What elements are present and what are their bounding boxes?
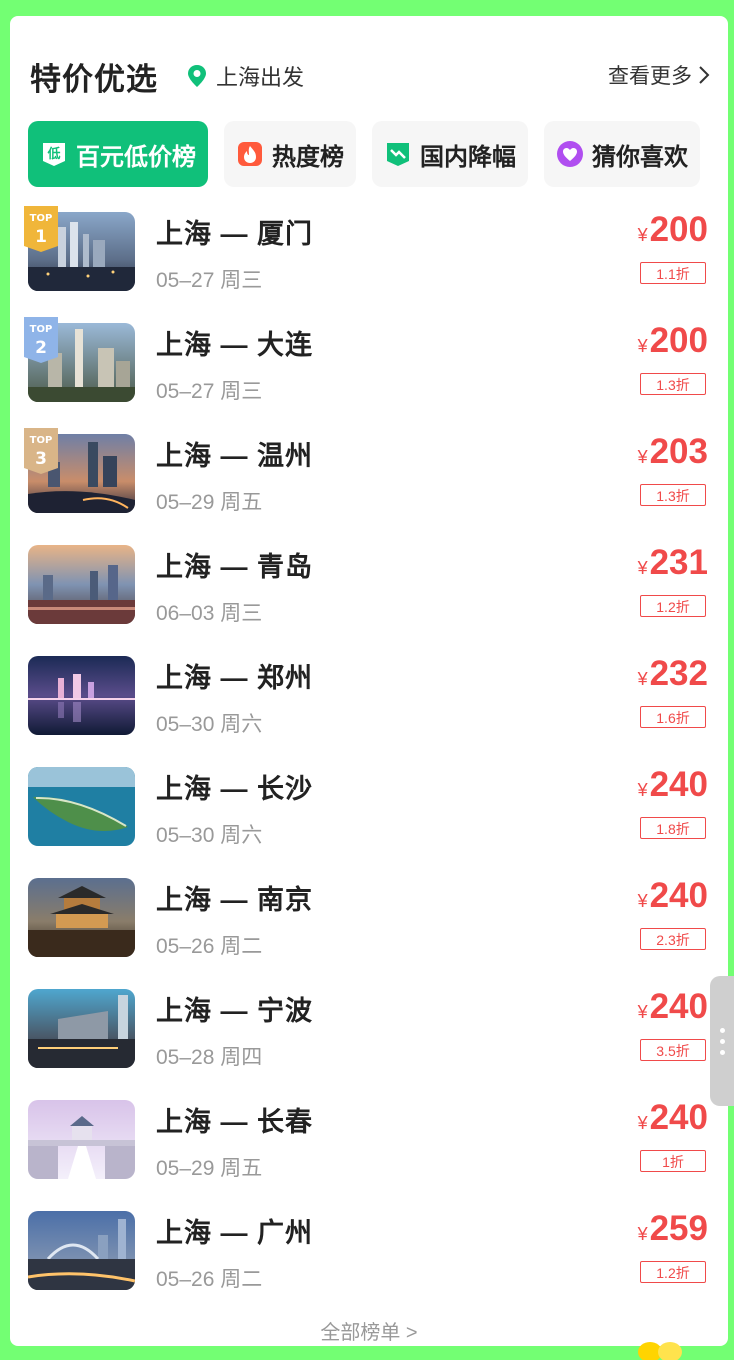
price: ¥240 [637,876,708,915]
travel-date: 05–30 周六 [156,824,263,847]
rank-badge-gold: TOP 1 [24,206,58,252]
list-item[interactable]: TOP 2 上海 — 大连 05–27 周三 ¥200 1.3折 [10,317,728,427]
rank-number: 2 [35,338,47,358]
location-text: 上海出发 [216,65,305,90]
tab-label: 百元低价榜 [76,143,196,171]
tab-guess-you-like[interactable]: 猜你喜欢 [544,121,700,187]
rank-number: 3 [35,449,47,469]
price: ¥240 [637,1098,708,1137]
handle-dot [719,1049,725,1055]
route-name: 上海 — 大连 [156,330,314,360]
fire-icon [236,140,264,168]
route-name: 上海 — 郑州 [156,663,314,693]
discount-badge: 1.8折 [640,817,706,839]
route-name: 上海 — 南京 [156,885,314,915]
list-item[interactable]: 上海 — 广州 05–26 周二 ¥259 1.2折 [10,1205,728,1315]
travel-date: 05–26 周二 [156,935,263,958]
list-item[interactable]: 上海 — 宁波 05–28 周四 ¥240 3.5折 [10,983,728,1093]
rank-label: TOP [30,435,53,446]
discount-badge: 1折 [640,1150,706,1172]
travel-date: 05–27 周三 [156,380,263,403]
list-item[interactable]: 上海 — 郑州 05–30 周六 ¥232 1.6折 [10,650,728,760]
city-image [28,989,135,1068]
travel-date: 05–29 周五 [156,1157,263,1180]
location-pin-icon [188,65,206,87]
travel-date: 05–27 周三 [156,269,263,292]
discount-badge: 1.1折 [640,262,706,284]
route-name: 上海 — 长沙 [156,774,314,804]
discount-badge: 1.2折 [640,1261,706,1283]
city-image [28,1100,135,1179]
list-item[interactable]: TOP 1 上海 — 厦门 05–27 周三 ¥200 1.1折 [10,206,728,316]
section-title: 特价优选 [30,62,158,97]
discount-badge: 1.2折 [640,595,706,617]
see-more-label: 查看更多 [608,65,692,88]
list-item[interactable]: 上海 — 长沙 05–30 周六 ¥240 1.8折 [10,761,728,871]
tab-label: 国内降幅 [420,143,516,171]
tab-hot[interactable]: 热度榜 [224,121,356,187]
header: 特价优选 上海出发 查看更多 [30,52,710,102]
price: ¥240 [637,987,708,1026]
route-name: 上海 — 厦门 [156,219,314,249]
route-name: 上海 — 青岛 [156,552,314,582]
svg-text:低: 低 [46,146,60,162]
route-name: 上海 — 宁波 [156,996,314,1026]
city-image [28,1211,135,1290]
tab-label: 热度榜 [272,143,344,171]
travel-date: 05–28 周四 [156,1046,263,1069]
list-item[interactable]: TOP 3 上海 — 温州 05–29 周五 ¥203 1.3折 [10,428,728,538]
price: ¥240 [637,765,708,804]
city-image [28,878,135,957]
category-tabs: 低 百元低价榜 热度榜 国内降幅 猜你喜欢 [28,121,718,187]
rank-number: 1 [35,227,47,247]
see-more-link[interactable]: 查看更多 [608,60,710,90]
discount-badge: 3.5折 [640,1039,706,1061]
low-price-icon: 低 [40,140,68,168]
rank-label: TOP [30,213,53,224]
price: ¥203 [637,432,708,471]
tab-low-price[interactable]: 低 百元低价榜 [28,121,208,187]
discount-badge: 1.6折 [640,706,706,728]
travel-date: 06–03 周三 [156,602,263,625]
price: ¥259 [637,1209,708,1248]
departure-location[interactable]: 上海出发 [186,60,304,92]
city-image [28,767,135,846]
city-image [28,656,135,735]
price: ¥231 [637,543,708,582]
discount-badge: 1.3折 [640,484,706,506]
route-name: 上海 — 温州 [156,441,314,471]
city-image [28,545,135,624]
tab-label: 猜你喜欢 [592,143,688,171]
gift-decoration-icon [638,1342,682,1360]
all-rankings-link[interactable]: 全部榜单 > [10,1316,728,1345]
route-name: 上海 — 广州 [156,1218,314,1248]
discount-badge: 1.3折 [640,373,706,395]
heart-icon [556,140,584,168]
handle-dot [719,1027,725,1033]
travel-date: 05–26 周二 [156,1268,263,1291]
tab-domestic-drop[interactable]: 国内降幅 [372,121,528,187]
drop-icon [384,140,412,168]
travel-date: 05–30 周六 [156,713,263,736]
side-drawer-handle[interactable] [710,976,734,1106]
price: ¥232 [637,654,708,693]
discount-badge: 2.3折 [640,928,706,950]
rank-label: TOP [30,324,53,335]
travel-date: 05–29 周五 [156,491,263,514]
list-item[interactable]: 上海 — 长春 05–29 周五 ¥240 1折 [10,1094,728,1204]
handle-dot [719,1038,725,1044]
route-name: 上海 — 长春 [156,1107,314,1137]
rank-badge-silver: TOP 2 [24,317,58,363]
price: ¥200 [637,210,708,249]
price: ¥200 [637,321,708,360]
list-item[interactable]: 上海 — 南京 05–26 周二 ¥240 2.3折 [10,872,728,982]
chevron-right-icon [699,66,710,84]
rank-badge-bronze: TOP 3 [24,428,58,474]
deals-card: 特价优选 上海出发 查看更多 低 百元低价榜 热度榜 国内降幅 猜你喜欢 TOP… [10,16,728,1360]
list-item[interactable]: 上海 — 青岛 06–03 周三 ¥231 1.2折 [10,539,728,649]
